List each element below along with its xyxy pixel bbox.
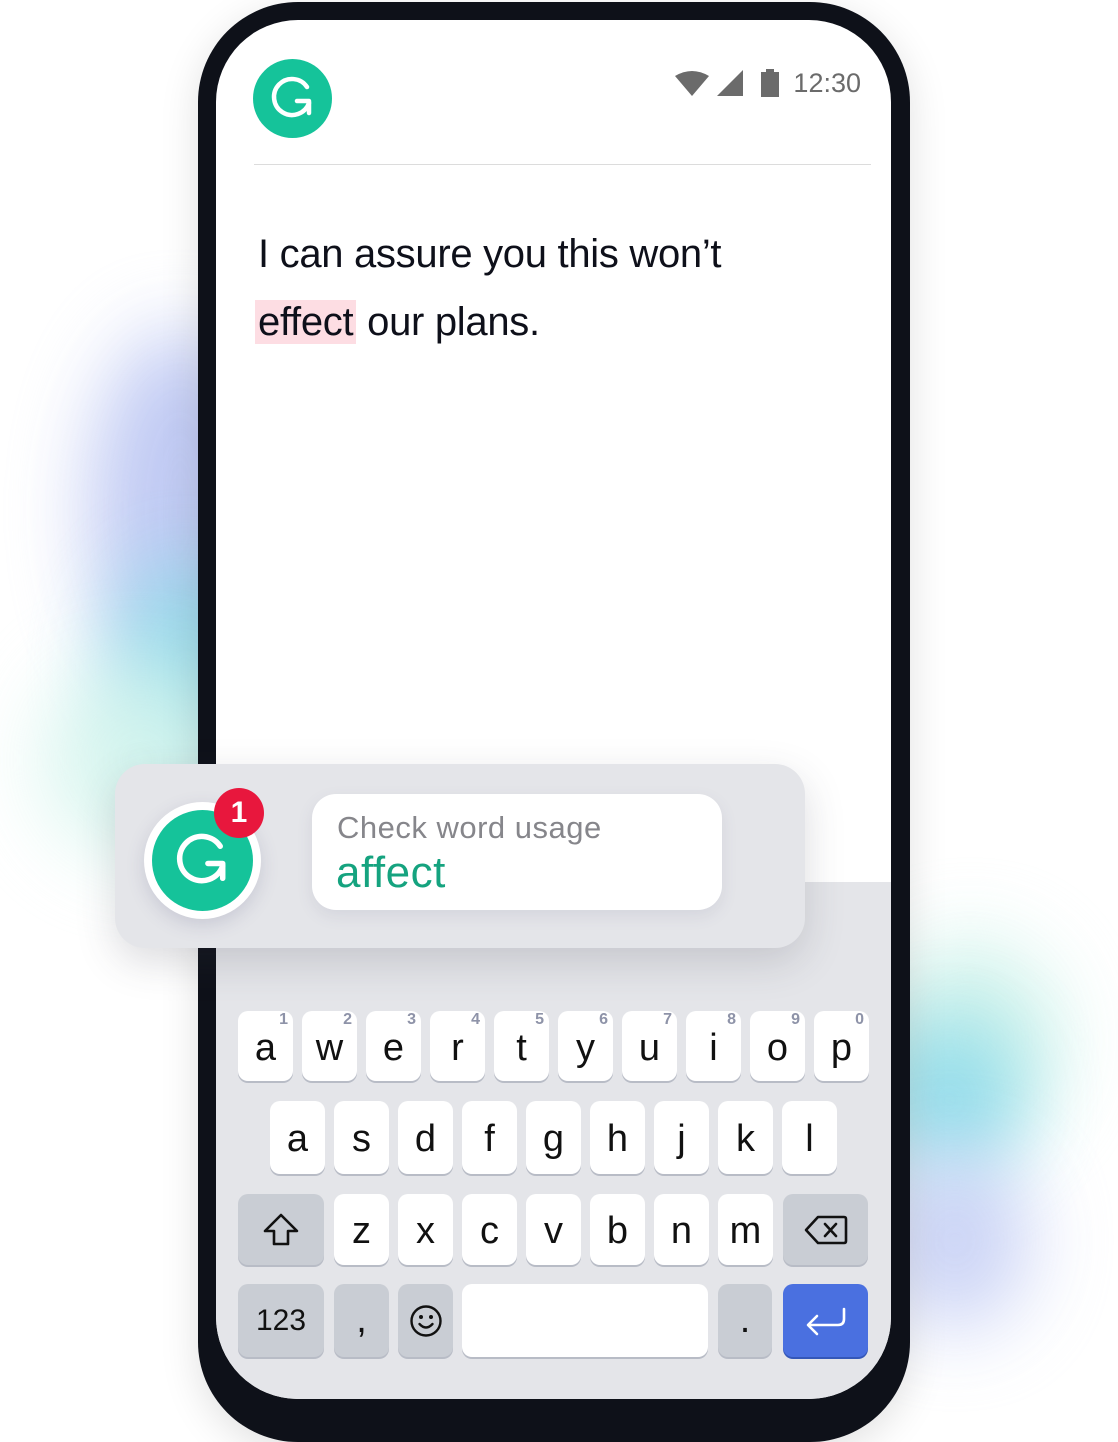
key-label: e [382, 1026, 405, 1069]
header-divider [254, 164, 871, 165]
letter-key[interactable]: b [590, 1194, 645, 1265]
letter-key[interactable]: z [334, 1194, 389, 1265]
g-logo-glyph [176, 833, 225, 883]
smiley-icon [409, 1304, 442, 1337]
letter-key[interactable]: m [718, 1194, 773, 1265]
phone-screen: 12:30 I can assure you this won’t effect… [216, 20, 891, 1399]
letter-key[interactable]: 8i [686, 1011, 741, 1081]
numbers-key[interactable]: 123 [238, 1284, 324, 1357]
letter-key[interactable]: n [654, 1194, 709, 1265]
key-number-hint: 9 [791, 1011, 800, 1028]
cell-signal-icon [717, 70, 744, 96]
key-label: k [736, 1118, 755, 1160]
key-number-hint: 8 [727, 1011, 736, 1028]
key-number-hint: 1 [279, 1011, 288, 1028]
return-arrow-icon [806, 1307, 845, 1335]
key-label: r [451, 1026, 464, 1069]
key-label: o [766, 1026, 789, 1069]
key-label: i [709, 1026, 718, 1069]
letter-key[interactable]: h [590, 1101, 645, 1174]
letter-key[interactable]: v [526, 1194, 581, 1265]
letter-key[interactable]: 1a [238, 1011, 293, 1081]
key-label: m [729, 1210, 762, 1252]
backspace-icon [804, 1215, 847, 1244]
key-label: w [315, 1026, 344, 1069]
grammarly-suggestion-popup: 1 Check word usage affect [115, 764, 805, 948]
key-label: h [606, 1118, 629, 1160]
letter-key[interactable]: d [398, 1101, 453, 1174]
flagged-word[interactable]: effect [255, 300, 357, 344]
key-label: x [416, 1210, 435, 1252]
status-time: 12:30 [793, 67, 861, 98]
letter-key[interactable]: a [270, 1101, 325, 1174]
key-number-hint: 2 [343, 1011, 352, 1028]
comma-key-label: , [356, 1299, 367, 1341]
g-logo-glyph [271, 76, 311, 117]
keyboard: 123 , . 1a2w3e4r5t6y7u8i9o0pasdfghjklzxc… [216, 882, 891, 1399]
letter-key[interactable]: f [462, 1101, 517, 1174]
key-label: d [414, 1118, 437, 1160]
key-number-hint: 0 [855, 1011, 864, 1028]
key-label: v [544, 1210, 563, 1252]
letter-key[interactable]: 7u [622, 1011, 677, 1081]
period-key-label: . [739, 1299, 751, 1341]
shift-key[interactable] [238, 1194, 324, 1265]
key-label: y [576, 1026, 595, 1069]
suggestion-count-badge: 1 [214, 788, 264, 838]
letter-key[interactable]: k [718, 1101, 773, 1174]
key-label: c [480, 1210, 499, 1252]
letter-key[interactable]: 0p [814, 1011, 869, 1081]
suggestion-title: Check word usage [337, 810, 602, 845]
letter-key[interactable]: j [654, 1101, 709, 1174]
key-label: s [352, 1118, 371, 1160]
letter-key[interactable]: g [526, 1101, 581, 1174]
editor-text: our plans. [356, 300, 540, 344]
suggestion-card[interactable]: Check word usage affect [312, 794, 722, 910]
comma-key[interactable]: , [334, 1284, 389, 1357]
key-number-hint: 3 [407, 1011, 416, 1028]
letter-key[interactable]: 2w [302, 1011, 357, 1081]
letter-key[interactable]: x [398, 1194, 453, 1265]
status-bar: 12:30 [675, 66, 861, 100]
key-label: a [254, 1026, 277, 1069]
key-number-hint: 7 [663, 1011, 672, 1028]
text-editor[interactable]: I can assure you this won’t effect our p… [255, 220, 818, 356]
key-label: l [805, 1118, 814, 1160]
letter-key[interactable]: 9o [750, 1011, 805, 1081]
letter-key[interactable]: l [782, 1101, 837, 1174]
battery-icon [761, 69, 780, 97]
letter-key[interactable]: c [462, 1194, 517, 1265]
editor-text: I can assure you this won’t [258, 232, 722, 276]
key-label: j [677, 1118, 686, 1160]
key-number-hint: 5 [535, 1011, 544, 1028]
key-label: a [286, 1118, 309, 1160]
period-key[interactable]: . [718, 1284, 772, 1357]
emoji-key[interactable] [398, 1284, 453, 1357]
key-label: u [638, 1026, 661, 1069]
key-label: z [352, 1210, 371, 1252]
key-label: b [606, 1210, 629, 1252]
shift-arrow-icon [263, 1213, 299, 1245]
wifi-icon [675, 71, 710, 96]
suggestion-replacement[interactable]: affect [336, 848, 446, 898]
letter-key[interactable]: 6y [558, 1011, 613, 1081]
enter-key[interactable] [783, 1284, 868, 1357]
grammarly-logo-icon[interactable] [253, 59, 332, 138]
letter-key[interactable]: 4r [430, 1011, 485, 1081]
key-label: p [830, 1026, 853, 1069]
key-label: f [484, 1118, 495, 1160]
backspace-key[interactable] [783, 1194, 868, 1265]
key-label: t [516, 1026, 527, 1069]
letter-key[interactable]: 5t [494, 1011, 549, 1081]
letter-key[interactable]: 3e [366, 1011, 421, 1081]
letter-key[interactable]: s [334, 1101, 389, 1174]
key-number-hint: 4 [471, 1011, 480, 1028]
space-key[interactable] [462, 1284, 708, 1357]
key-label: n [670, 1210, 693, 1252]
key-number-hint: 6 [599, 1011, 608, 1028]
numbers-key-label: 123 [255, 1303, 307, 1337]
key-label: g [542, 1118, 565, 1160]
